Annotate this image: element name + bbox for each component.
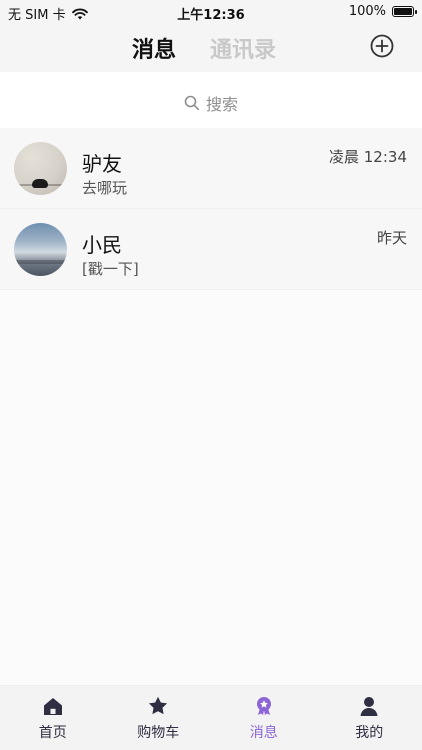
tabbar-profile-label: 我的 (355, 725, 384, 741)
status-bar: 无 SIM 卡 上午12:36 100% (0, 0, 422, 24)
contact-name: 小民 (82, 233, 122, 257)
star-icon (149, 696, 168, 715)
conversation-row[interactable]: 小民 [戳一下] 昨天 (0, 209, 422, 290)
avatar-detail (14, 260, 67, 264)
avatar-detail (32, 179, 48, 188)
bottom-tab-bar: 首页 购物车 消息 我的 (0, 685, 422, 750)
add-button[interactable] (370, 34, 394, 58)
badge-icon (256, 697, 271, 715)
avatar (14, 142, 67, 195)
last-message: [戳一下] (82, 260, 139, 278)
header: 消息 通讯录 (0, 24, 422, 72)
tabbar-messages[interactable]: 消息 (211, 686, 317, 750)
tabbar-cart[interactable]: 购物车 (106, 686, 212, 750)
contact-name: 驴友 (82, 152, 122, 176)
search-input[interactable]: 搜索 (0, 91, 422, 115)
message-time: 昨天 (376, 229, 407, 247)
search-placeholder: 搜索 (205, 95, 238, 114)
last-message: 去哪玩 (82, 179, 128, 197)
status-right: 100% (348, 4, 417, 19)
avatar (14, 223, 67, 276)
search-area: 搜索 (0, 72, 422, 128)
header-tabs: 消息 通讯录 (132, 32, 276, 64)
tabbar-home[interactable]: 首页 (0, 686, 106, 750)
conversation-row[interactable]: 驴友 去哪玩 凌晨 12:34 (0, 128, 422, 209)
tabbar-cart-label: 购物车 (137, 725, 180, 741)
tab-messages[interactable]: 消息 (132, 32, 176, 64)
conversation-list: 驴友 去哪玩 凌晨 12:34 小民 [戳一下] 昨天 (0, 128, 422, 290)
person-icon (360, 697, 378, 716)
search-icon (184, 95, 200, 111)
home-icon (43, 698, 62, 715)
tabbar-home-label: 首页 (38, 725, 67, 741)
tab-contacts[interactable]: 通讯录 (210, 32, 276, 64)
battery-icon (392, 6, 417, 17)
tabbar-messages-label: 消息 (249, 725, 278, 741)
battery-text: 100% (348, 4, 386, 19)
tabbar-profile[interactable]: 我的 (317, 686, 422, 750)
messages-screen: 无 SIM 卡 上午12:36 100% 消息 通讯录 搜索 驴友 去哪玩 凌晨… (0, 0, 422, 750)
message-time: 凌晨 12:34 (329, 148, 407, 166)
